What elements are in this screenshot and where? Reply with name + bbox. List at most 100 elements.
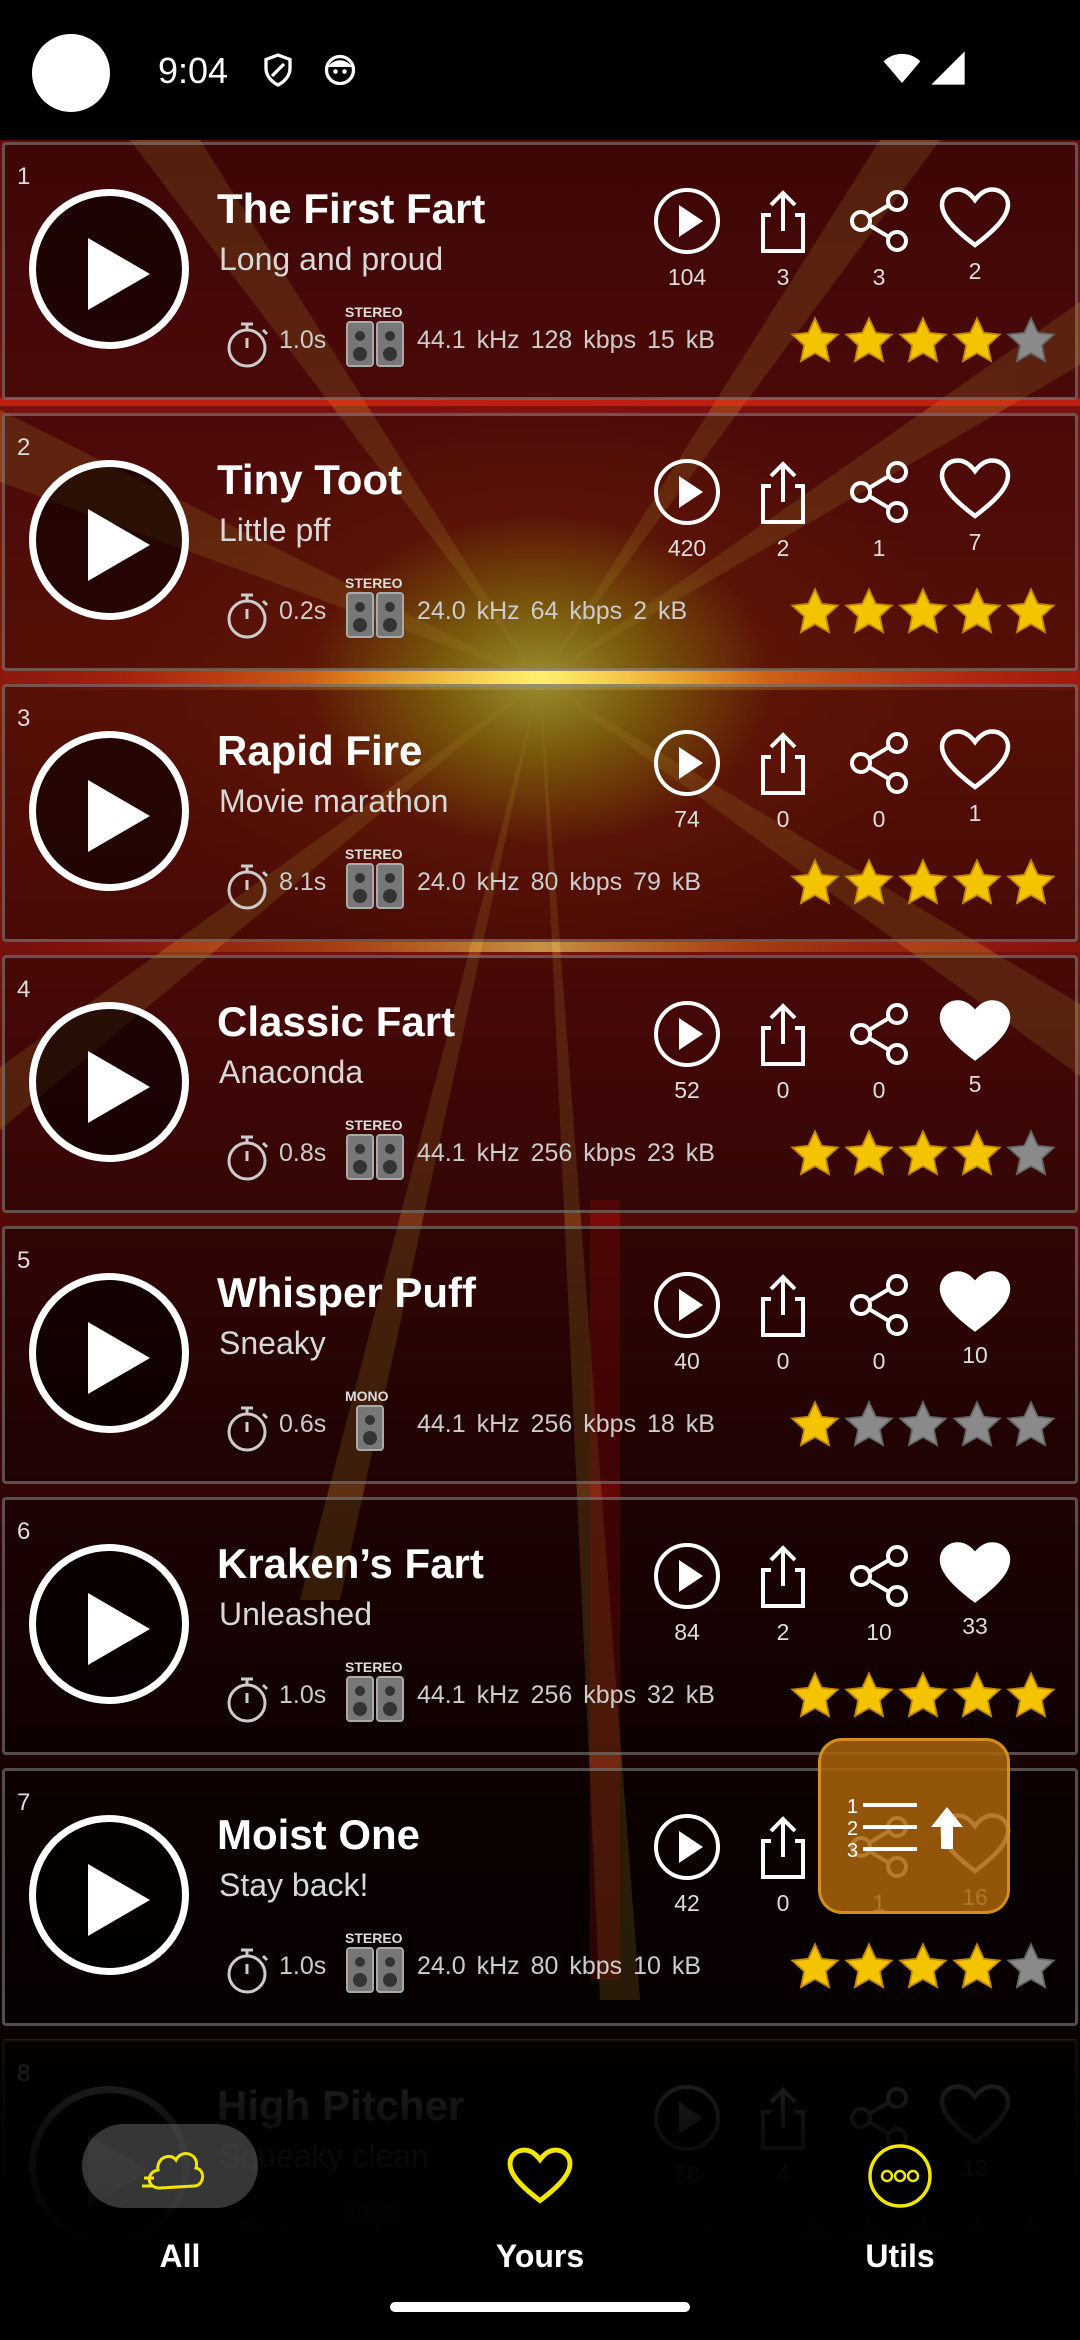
share-file-button[interactable]: 0 <box>743 998 823 1104</box>
rating-stars[interactable] <box>789 1670 1069 1726</box>
nav-all[interactable]: All <box>50 2080 310 2280</box>
share-file-button[interactable]: 0 <box>743 1811 823 1917</box>
favorite-button[interactable]: 5 <box>935 998 1015 1098</box>
share-social-button[interactable]: 0 <box>839 1269 919 1375</box>
rating-stars[interactable] <box>789 586 1069 642</box>
play-sound-button[interactable] <box>29 1273 189 1433</box>
sort-up-list-icon: 1 2 3 <box>847 1796 963 1862</box>
share-social-button[interactable]: 0 <box>839 998 919 1104</box>
home-indicator[interactable] <box>390 2302 690 2312</box>
sound-row[interactable]: 2 Tiny Toot Little pff 0.2s STEREO 24.0 kHz 6… <box>2 413 1078 671</box>
sound-row[interactable]: 3 Rapid Fire Movie marathon 8.1s STEREO 24.0 … <box>2 684 1078 942</box>
play-sound-button[interactable] <box>29 1002 189 1162</box>
social-count: 3 <box>872 264 886 290</box>
rating-stars[interactable] <box>789 1941 1069 1997</box>
svg-text:1: 1 <box>847 1796 858 1818</box>
sound-duration: 0.6s <box>279 1410 327 1438</box>
sound-subtitle: Unleashed <box>219 1596 372 1632</box>
favorite-button[interactable]: 33 <box>935 1540 1015 1640</box>
play-outline-icon <box>651 188 723 261</box>
nav-utils[interactable]: Utils <box>770 2080 1030 2280</box>
rating-stars[interactable] <box>789 857 1069 913</box>
channel-label: MONO <box>345 1388 389 1404</box>
sound-specs: 24.0 kHz 64 kbps 2 kB <box>417 597 688 625</box>
play-icon <box>88 1593 150 1665</box>
play-count-button[interactable]: 40 <box>647 1269 727 1375</box>
share-file-button[interactable]: 2 <box>743 456 823 562</box>
shares-count: 0 <box>776 1077 790 1103</box>
social-share-icon <box>843 461 915 532</box>
social-share-icon <box>843 1274 915 1345</box>
play-sound-button[interactable] <box>29 1815 189 1975</box>
share-file-button[interactable]: 2 <box>743 1540 823 1646</box>
play-sound-button[interactable] <box>29 189 189 349</box>
share-icon <box>747 461 819 532</box>
fart-cloud-icon <box>142 2152 204 2190</box>
sound-meta: 0.6s MONO 44.1 kHz 256 kbps 18 kB <box>223 1388 723 1454</box>
shares-count: 0 <box>776 1890 790 1916</box>
sound-title: Kraken’s Fart <box>217 1540 484 1587</box>
share-icon <box>747 190 819 261</box>
sound-specs: 44.1 kHz 128 kbps 15 kB <box>417 326 715 354</box>
favorite-button[interactable]: 10 <box>935 1269 1015 1369</box>
stopwatch-icon <box>223 860 271 917</box>
shares-count: 2 <box>776 1619 790 1645</box>
favorite-button[interactable]: 7 <box>935 456 1015 556</box>
favorite-button[interactable]: 2 <box>935 185 1015 285</box>
sort-scroll-top-button[interactable]: 1 2 3 <box>818 1738 1010 1914</box>
channel-label: STEREO <box>345 1117 403 1133</box>
rating-stars[interactable] <box>789 1399 1069 1455</box>
social-count: 0 <box>872 1348 886 1374</box>
sound-row[interactable]: 1 The First Fart Long and proud 1.0s STEREO 4… <box>2 142 1078 400</box>
camera-cutout <box>32 34 110 112</box>
favorite-button[interactable]: 1 <box>935 727 1015 827</box>
share-file-button[interactable]: 0 <box>743 727 823 833</box>
sound-duration: 8.1s <box>279 868 327 896</box>
stopwatch-icon <box>223 1673 271 1730</box>
sound-subtitle: Anaconda <box>219 1054 364 1090</box>
wifi-icon <box>883 53 921 83</box>
share-social-button[interactable]: 3 <box>839 185 919 291</box>
channel-label: STEREO <box>345 1659 403 1675</box>
sound-meta: 0.8s STEREO 44.1 kHz 256 kbps 23 kB <box>223 1117 723 1183</box>
share-icon <box>747 1545 819 1616</box>
play-sound-button[interactable] <box>29 460 189 620</box>
channel-label: STEREO <box>345 1930 403 1946</box>
cell-signal-icon <box>931 51 965 85</box>
shield-icon <box>264 53 292 87</box>
row-index: 1 <box>17 163 31 190</box>
row-index: 5 <box>17 1247 31 1274</box>
sound-meta: 1.0s STEREO 24.0 kHz 80 kbps 10 kB <box>223 1930 723 1996</box>
share-icon <box>747 732 819 803</box>
plays-count: 52 <box>674 1077 700 1103</box>
play-sound-button[interactable] <box>29 1544 189 1704</box>
share-social-button[interactable]: 1 <box>839 456 919 562</box>
stopwatch-icon <box>223 589 271 646</box>
share-social-button[interactable]: 10 <box>839 1540 919 1646</box>
sound-specs: 44.1 kHz 256 kbps 18 kB <box>417 1410 715 1438</box>
play-count-button[interactable]: 42 <box>647 1811 727 1917</box>
play-count-button[interactable]: 74 <box>647 727 727 833</box>
share-social-button[interactable]: 0 <box>839 727 919 833</box>
sound-row[interactable]: 6 Kraken’s Fart Unleashed 1.0s STEREO 44.1 kH… <box>2 1497 1078 1755</box>
play-sound-button[interactable] <box>29 731 189 891</box>
share-file-button[interactable]: 3 <box>743 185 823 291</box>
sound-row[interactable]: 4 Classic Fart Anaconda 0.8s STEREO 44.1 kHz … <box>2 955 1078 1213</box>
nav-yours-label: Yours <box>495 2238 585 2274</box>
sound-title: Classic Fart <box>217 998 456 1045</box>
sound-subtitle: Movie marathon <box>219 783 449 819</box>
play-outline-icon <box>651 459 723 532</box>
sound-title: Whisper Puff <box>217 1269 476 1316</box>
rating-stars[interactable] <box>789 1128 1069 1184</box>
play-count-button[interactable]: 420 <box>647 456 727 562</box>
play-icon <box>88 509 150 581</box>
nav-yours[interactable]: Yours <box>410 2080 670 2280</box>
share-file-button[interactable]: 0 <box>743 1269 823 1375</box>
play-count-button[interactable]: 84 <box>647 1540 727 1646</box>
heart-filled-icon <box>939 1000 1011 1068</box>
sound-row[interactable]: 5 Whisper Puff Sneaky 0.6s MONO 44.1 kHz 256 … <box>2 1226 1078 1484</box>
play-count-button[interactable]: 52 <box>647 998 727 1104</box>
rating-stars[interactable] <box>789 315 1069 371</box>
sound-subtitle: Stay back! <box>219 1867 369 1903</box>
play-count-button[interactable]: 104 <box>647 185 727 291</box>
